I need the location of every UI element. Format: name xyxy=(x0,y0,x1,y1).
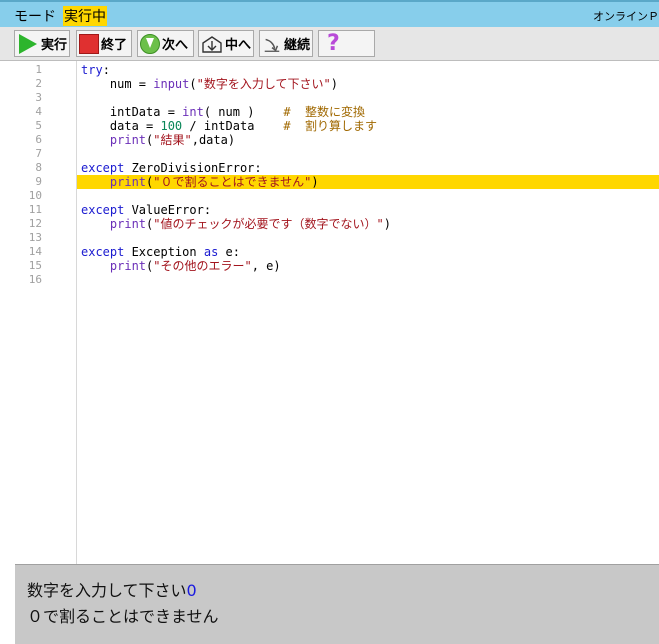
code-line[interactable]: data = 100 / intData # 割り算します xyxy=(81,119,377,133)
code-token: print xyxy=(109,133,147,147)
code-token: data = xyxy=(81,119,161,133)
line-number: 6 xyxy=(35,133,42,146)
line-number: 9 xyxy=(35,175,42,188)
code-line[interactable]: print("その他のエラー", e) xyxy=(81,259,281,273)
stop-button[interactable]: 終了 xyxy=(76,30,132,57)
code-token: # 整数に変換 xyxy=(283,105,366,119)
code-token: except xyxy=(81,161,125,175)
code-token: print xyxy=(109,259,147,273)
console-prompt: 数字を入力して下さい xyxy=(27,581,187,600)
code-token: e: xyxy=(218,245,240,259)
code-line[interactable]: print("０で割ることはできません") xyxy=(81,175,319,189)
line-number: 4 xyxy=(35,105,42,118)
code-token: intData = xyxy=(81,105,183,119)
code-token: # 割り算します xyxy=(283,119,378,133)
line-number: 13 xyxy=(28,231,42,244)
code-token: : xyxy=(102,63,110,77)
code-token: "結果" xyxy=(153,133,192,147)
code-token: "値のチェックが必要です（数字でない）" xyxy=(153,217,384,231)
continue-button[interactable]: 継続 xyxy=(259,30,313,57)
mode-bar: モード 実行中 オンラインＰ xyxy=(0,0,659,27)
code-token: num = xyxy=(81,77,154,91)
code-token: ( xyxy=(189,77,197,91)
line-number: 7 xyxy=(35,147,42,160)
down-arrow-icon xyxy=(140,33,160,54)
code-token: print xyxy=(109,175,147,189)
code-token: , e) xyxy=(251,259,281,273)
play-icon xyxy=(19,33,37,54)
code-token: print xyxy=(109,217,147,231)
mode-label: モード xyxy=(14,9,56,25)
code-token: "０で割ることはできません" xyxy=(153,175,312,189)
console-input-value: 0 xyxy=(186,581,197,600)
code-token: ,data) xyxy=(191,133,236,147)
help-icon: ? xyxy=(327,30,340,56)
line-number: 15 xyxy=(28,259,42,272)
line-number: 10 xyxy=(28,189,42,202)
code-token: ZeroDivisionError: xyxy=(124,161,262,175)
line-number: 2 xyxy=(35,77,42,90)
code-token: input xyxy=(153,77,190,91)
code-token: except xyxy=(81,245,125,259)
code-token: int xyxy=(182,105,204,119)
step-into-icon xyxy=(202,35,222,53)
code-token: ValueError: xyxy=(124,203,212,217)
line-number: 14 xyxy=(28,245,42,258)
console-prompt-line: 数字を入力して下さい0 xyxy=(27,577,197,601)
code-token: / intData xyxy=(182,119,284,133)
line-number: 3 xyxy=(35,91,42,104)
code-token: try xyxy=(81,63,103,77)
code-token: ) xyxy=(311,175,319,189)
line-number: 1 xyxy=(35,63,42,76)
next-button-label: 次へ xyxy=(162,38,189,53)
code-token: ( num ) xyxy=(203,105,284,119)
code-line[interactable]: num = input("数字を入力して下さい") xyxy=(81,77,338,91)
step-into-button[interactable]: 中へ xyxy=(198,30,254,57)
line-number: 12 xyxy=(28,217,42,230)
code-line[interactable]: except Exception as e: xyxy=(81,245,240,259)
mode-status-badge: 実行中 xyxy=(63,6,107,26)
code-token: "その他のエラー" xyxy=(153,259,252,273)
continue-icon xyxy=(264,38,280,52)
line-number: 16 xyxy=(28,273,42,286)
code-line[interactable]: intData = int( num ) # 整数に変換 xyxy=(81,105,365,119)
app-title: オンラインＰ xyxy=(593,10,659,23)
toolbar: 実行 終了 次へ 中へ 継続 ? xyxy=(0,27,659,61)
next-button[interactable]: 次へ xyxy=(137,30,194,57)
output-console[interactable]: 数字を入力して下さい0 ０で割ることはできません xyxy=(15,564,659,644)
line-number: 11 xyxy=(28,203,42,216)
step-into-button-label: 中へ xyxy=(224,38,251,53)
run-button[interactable]: 実行 xyxy=(14,30,70,57)
code-line[interactable]: except ZeroDivisionError: xyxy=(81,161,262,175)
stop-icon xyxy=(79,33,99,54)
continue-button-label: 継続 xyxy=(283,38,310,53)
code-line[interactable]: print("値のチェックが必要です（数字でない）") xyxy=(81,217,391,231)
code-line[interactable]: except ValueError: xyxy=(81,203,211,217)
line-number: 5 xyxy=(35,119,42,132)
line-number: 8 xyxy=(35,161,42,174)
stop-button-label: 終了 xyxy=(101,38,128,53)
code-token: Exception xyxy=(124,245,204,259)
help-button[interactable]: ? xyxy=(318,30,375,57)
code-token: ) xyxy=(383,217,391,231)
code-token: except xyxy=(81,203,125,217)
code-token: as xyxy=(203,245,219,259)
code-token: 100 xyxy=(160,119,183,133)
run-button-label: 実行 xyxy=(41,38,68,53)
code-line[interactable]: print("結果",data) xyxy=(81,133,235,147)
code-token: "数字を入力して下さい" xyxy=(196,77,331,91)
console-output-line: ０で割ることはできません xyxy=(27,607,219,626)
code-token: ) xyxy=(330,77,338,91)
code-line[interactable]: try: xyxy=(81,63,110,77)
